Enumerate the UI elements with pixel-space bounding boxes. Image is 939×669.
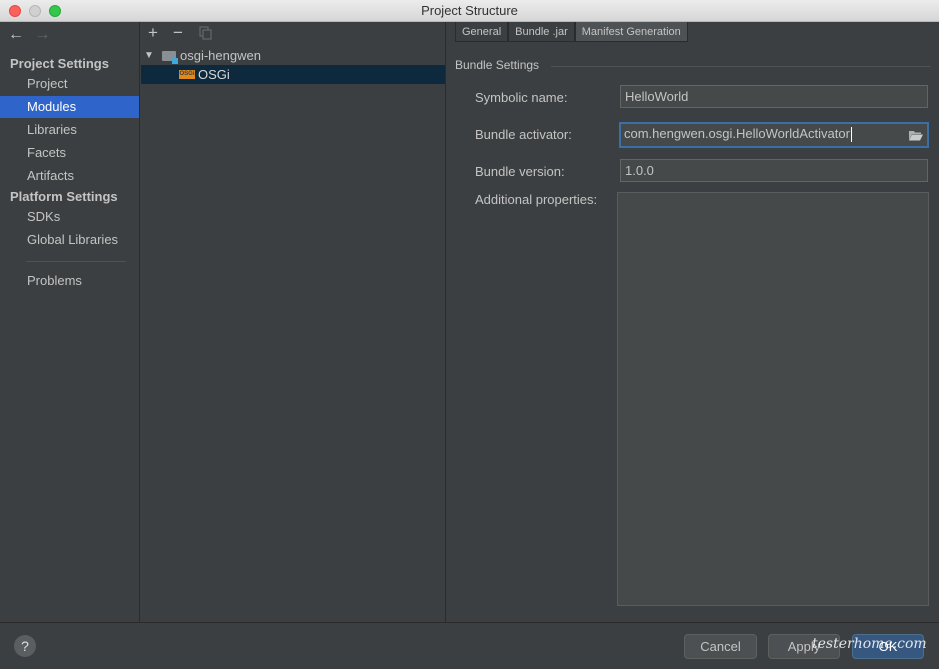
tree-toolbar: + − bbox=[141, 22, 446, 44]
forward-arrow-icon[interactable]: → bbox=[34, 26, 56, 44]
tab-bundle-jar[interactable]: Bundle .jar bbox=[508, 22, 575, 42]
text-caret bbox=[850, 127, 852, 143]
tab-bar: General Bundle .jar Manifest Generation bbox=[455, 22, 688, 42]
symbolic-name-label: Symbolic name: bbox=[475, 90, 568, 105]
sidebar-item-problems[interactable]: Problems bbox=[0, 270, 139, 292]
sidebar-item-artifacts[interactable]: Artifacts bbox=[0, 165, 139, 187]
sidebar-divider bbox=[26, 261, 126, 262]
bundle-activator-value: com.hengwen.osgi.HelloWorldActivator bbox=[624, 126, 850, 141]
tree-node-label: osgi-hengwen bbox=[180, 48, 261, 63]
bundle-version-value: 1.0.0 bbox=[625, 163, 654, 178]
remove-icon[interactable]: − bbox=[173, 23, 183, 43]
sidebar-item-project[interactable]: Project bbox=[0, 73, 139, 95]
symbolic-name-value: HelloWorld bbox=[625, 89, 689, 104]
osgi-facet-icon: OSGi bbox=[179, 70, 195, 79]
module-folder-icon bbox=[162, 51, 178, 64]
sidebar-item-sdks[interactable]: SDKs bbox=[0, 206, 139, 228]
tree-node-osgi-hengwen[interactable]: ▼ osgi-hengwen bbox=[141, 46, 445, 65]
window-title: Project Structure bbox=[421, 3, 518, 18]
copy-icon[interactable] bbox=[199, 25, 212, 45]
bundle-version-label: Bundle version: bbox=[475, 164, 565, 179]
dialog-button-bar: ? Cancel Apply OK bbox=[0, 622, 939, 669]
facet-settings-panel: General Bundle .jar Manifest Generation … bbox=[447, 22, 939, 622]
platform-settings-heading: Platform Settings bbox=[10, 189, 118, 204]
tab-manifest-generation[interactable]: Manifest Generation bbox=[574, 22, 688, 42]
tree-node-label: OSGi bbox=[198, 67, 230, 82]
sidebar-item-libraries[interactable]: Libraries bbox=[0, 119, 139, 141]
nav-arrows: ← → bbox=[8, 26, 56, 44]
symbolic-name-field[interactable]: HelloWorld bbox=[620, 85, 928, 108]
project-settings-heading: Project Settings bbox=[10, 56, 109, 71]
cancel-button[interactable]: Cancel bbox=[684, 634, 757, 659]
bundle-activator-label: Bundle activator: bbox=[475, 127, 572, 142]
sidebar-item-modules[interactable]: Modules bbox=[0, 96, 139, 118]
tree-node-osgi[interactable]: OSGi OSGi bbox=[141, 65, 445, 84]
bundle-settings-heading: Bundle Settings bbox=[455, 58, 540, 72]
back-arrow-icon[interactable]: ← bbox=[8, 26, 30, 44]
settings-sidebar: ← → Project Settings Project Modules Lib… bbox=[0, 22, 140, 622]
bundle-version-field[interactable]: 1.0.0 bbox=[620, 159, 928, 182]
title-bar: Project Structure bbox=[0, 0, 939, 22]
expand-triangle-icon[interactable]: ▼ bbox=[144, 46, 154, 65]
additional-properties-textarea[interactable] bbox=[617, 192, 929, 606]
module-tree-panel: + − ▼ osgi-hengwen OSGi OSGi bbox=[141, 22, 446, 622]
bundle-settings-divider bbox=[551, 66, 931, 67]
tab-general[interactable]: General bbox=[455, 22, 509, 42]
additional-properties-label: Additional properties: bbox=[475, 192, 598, 207]
sidebar-item-global-libraries[interactable]: Global Libraries bbox=[0, 229, 139, 251]
help-button[interactable]: ? bbox=[14, 635, 36, 657]
sidebar-item-facets[interactable]: Facets bbox=[0, 142, 139, 164]
bundle-activator-field[interactable]: com.hengwen.osgi.HelloWorldActivator bbox=[619, 122, 929, 148]
browse-folder-icon[interactable] bbox=[909, 127, 923, 141]
watermark: testerhome.com bbox=[812, 636, 927, 652]
add-icon[interactable]: + bbox=[148, 23, 158, 43]
